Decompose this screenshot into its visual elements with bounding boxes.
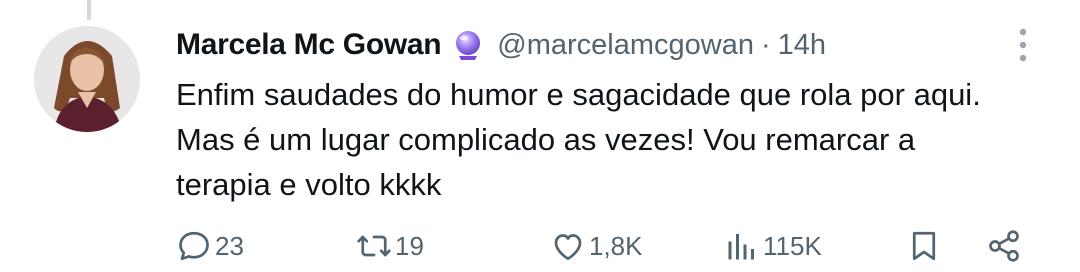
like-count: 1,8K — [589, 230, 643, 261]
bookmark-button[interactable] — [906, 228, 942, 264]
crystal-ball-icon — [451, 28, 485, 62]
action-bar: 23 19 1,8K 115K — [176, 228, 1056, 272]
separator-dot: · — [761, 28, 771, 61]
heart-icon — [554, 234, 582, 261]
author-handle[interactable]: @marcelamcgowan — [497, 29, 754, 62]
views-count: 115K — [763, 230, 822, 261]
repost-icon — [357, 235, 391, 257]
repost-count: 19 — [395, 230, 424, 261]
thread-connector-line — [87, 0, 91, 20]
bookmark-icon — [912, 231, 936, 261]
more-options-icon[interactable] — [1010, 26, 1036, 66]
views-button[interactable]: 115K — [724, 228, 822, 264]
reply-icon — [179, 231, 209, 261]
share-icon — [989, 230, 1019, 262]
tweet-text: Enfim saudades do humor e sagacidade que… — [176, 77, 981, 202]
avatar-photo — [34, 26, 140, 132]
author-name[interactable]: Marcela Mc Gowan — [176, 28, 442, 62]
like-button[interactable]: 1,8K — [550, 228, 643, 264]
reply-button[interactable]: 23 — [176, 228, 244, 264]
tweet-header: Marcela Mc Gowan @marcelamcgowan · 14h — [176, 22, 826, 68]
repost-button[interactable]: 19 — [356, 228, 424, 264]
reply-count: 23 — [215, 230, 244, 261]
views-bar-chart-icon — [728, 234, 754, 260]
timestamp[interactable]: 14h — [778, 29, 826, 62]
avatar[interactable] — [34, 26, 140, 132]
share-button[interactable] — [986, 228, 1022, 264]
